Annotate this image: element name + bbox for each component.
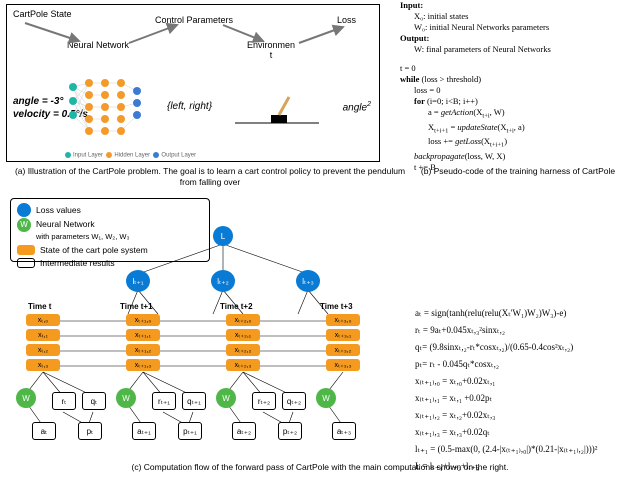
computation-graph: L lₜ₊₁ lₜ₊₂ lₜ₊₃ Time t Time t+1 Time t+…: [8, 226, 398, 462]
node-l3: lₜ₊₃: [296, 270, 320, 292]
label-cartpole-state: CartPole State: [13, 9, 72, 19]
inter-q-t2: qₜ₊₂: [282, 392, 306, 410]
x-t2-1: xₜ₊₂,₁: [226, 329, 260, 341]
eq-6: x₍ₜ₊₁₎,₂ = xₜ,₂+0.02xₜ,₃: [415, 408, 635, 423]
x-t-3: xₜ,₃: [26, 359, 60, 371]
w-node-2: W: [216, 388, 236, 408]
node-l2: lₜ₊₂: [211, 270, 235, 292]
eq-2: qₜ= (9.8sinxₜ,₂-rₜ*cosxₜ,₂)/(0.65-0.4cos…: [415, 340, 635, 355]
legend-loss-dot: [17, 203, 31, 217]
loss-expr-base: angle: [343, 102, 367, 113]
x-t1-1: xₜ₊₁,₁: [126, 329, 160, 341]
inter-q-t: qₜ: [82, 392, 106, 410]
inter-a-t: aₜ: [32, 422, 56, 440]
loss-expression: angle2: [343, 101, 371, 113]
inter-p-t2: pₜ₊₂: [278, 422, 302, 440]
nn-legend-output: Output Layer: [161, 153, 196, 159]
x-t2-3: xₜ₊₂,₃: [226, 359, 260, 371]
arrow-env-to-loss: [297, 23, 351, 50]
inter-q-t1: qₜ₊₁: [182, 392, 206, 410]
neural-network-icon: [65, 77, 143, 137]
eq-1: rₜ = 9aₜ+0.045xₜ,₃²sinxₜ,₂: [415, 323, 635, 338]
inter-p-t: pₜ: [78, 422, 102, 440]
pb-while: while (loss > threshold): [400, 74, 636, 85]
eq-4: x₍ₜ₊₁₎,₀ = xₜ,₀+0.02xₜ,₁: [415, 374, 635, 389]
x-t3-3: xₜ₊₃,₃: [326, 359, 360, 371]
legend-loss: Loss values: [36, 204, 81, 216]
eq-8: lₜ₊₁ = (0.5-max(0, (2.4-|x₍ₜ₊₁₎,₀|)*(0.2…: [415, 442, 635, 457]
panel-c: Loss values WNeural Networkwith paramete…: [0, 196, 640, 476]
panel-b-pseudocode: Input: X₀: initial states W₀: initial Ne…: [400, 0, 636, 173]
eq-7: x₍ₜ₊₁₎,₃ = xₜ,₃+0.02qₜ: [415, 425, 635, 440]
math-equations: aₜ = sign(tanh(relu(relu(Xₜ'W₁)W₂)W₃)-e)…: [415, 306, 635, 476]
x-t-1: xₜ,₁: [26, 329, 60, 341]
x-t2-0: xₜ₊₂,₀: [226, 314, 260, 326]
pb-bp: backpropagate(loss, W, X): [400, 151, 636, 162]
inter-a-t1: aₜ₊₁: [132, 422, 156, 440]
x-t3-1: xₜ₊₃,₁: [326, 329, 360, 341]
inter-a-t3: aₜ₊₃: [332, 422, 356, 440]
inter-p-t1: pₜ₊₁: [178, 422, 202, 440]
pb-lossadd: loss += getLoss(Xt+i+1): [400, 136, 636, 151]
eq-3: pₜ= rₜ - 0.045qₜ*cosxₜ,₂: [415, 357, 635, 372]
inter-r-t: rₜ: [52, 392, 76, 410]
nn-legend-input: Input Layer: [73, 153, 103, 159]
nn-legend: Input Layer Hidden Layer Output Layer: [65, 152, 196, 159]
pb-xupd: Xt+i+1 = updateState(Xt+i, a): [400, 122, 636, 137]
x-t1-3: xₜ₊₁,₃: [126, 359, 160, 371]
arrow-state-to-nn: [21, 21, 91, 50]
figure-root: CartPole State Neural Network Control Pa…: [0, 0, 640, 501]
node-l1: lₜ₊₁: [126, 270, 150, 292]
arrow-control-to-env: [221, 23, 271, 50]
arrow-nn-to-control: [127, 21, 187, 50]
inter-r-t1: rₜ₊₁: [152, 392, 176, 410]
nn-legend-hidden: Hidden Layer: [114, 153, 150, 159]
tlabel-2: Time t+2: [220, 302, 253, 311]
cartpole-icon: [235, 95, 319, 129]
inter-r-t2: rₜ₊₂: [252, 392, 276, 410]
x-t1-0: xₜ₊₁,₀: [126, 314, 160, 326]
pb-a: a = getAction(Xt+i, W): [400, 107, 636, 122]
tlabel-1: Time t+1: [120, 302, 153, 311]
x-t2-2: xₜ₊₂,₂: [226, 344, 260, 356]
w-node-1: W: [116, 388, 136, 408]
panel-a: CartPole State Neural Network Control Pa…: [6, 4, 380, 162]
w-node-3: W: [316, 388, 336, 408]
pb-t0: t = 0: [400, 63, 636, 74]
x-t1-2: xₜ₊₁,₂: [126, 344, 160, 356]
env-line2: t: [270, 50, 273, 60]
loss-expr-sup: 2: [367, 101, 371, 108]
x-t-2: xₜ,₂: [26, 344, 60, 356]
caption-a: (a) Illustration of the CartPole problem…: [10, 166, 410, 188]
action-set: {left, right}: [167, 101, 212, 112]
caption-b: (b) Pseudo-code of the training harness …: [406, 166, 630, 177]
eq-5: x₍ₜ₊₁₎,₁ = xₜ,₁ +0.02pₜ: [415, 391, 635, 406]
pb-w0: W₀: initial Neural Networks parameters: [400, 22, 636, 33]
eq-0: aₜ = sign(tanh(relu(relu(Xₜ'W₁)W₂)W₃)-e): [415, 306, 635, 321]
x-t3-2: xₜ₊₃,₂: [326, 344, 360, 356]
caption-c: (c) Computation flow of the forward pass…: [0, 462, 640, 472]
pb-for: for (i=0; i<B; i++): [400, 96, 636, 107]
tlabel-3: Time t+3: [320, 302, 353, 311]
x-t-0: xₜ,₀: [26, 314, 60, 326]
input-header: Input:: [400, 0, 423, 10]
pb-loss0: loss = 0: [400, 85, 636, 96]
pb-x0: X₀: initial states: [400, 11, 636, 22]
output-header: Output:: [400, 33, 429, 43]
pb-wout: W: final parameters of Neural Networks: [400, 44, 636, 55]
w-node-0: W: [16, 388, 36, 408]
inter-a-t2: aₜ₊₂: [232, 422, 256, 440]
node-L: L: [213, 226, 233, 246]
tlabel-0: Time t: [28, 302, 51, 311]
x-t3-0: xₜ₊₃,₀: [326, 314, 360, 326]
